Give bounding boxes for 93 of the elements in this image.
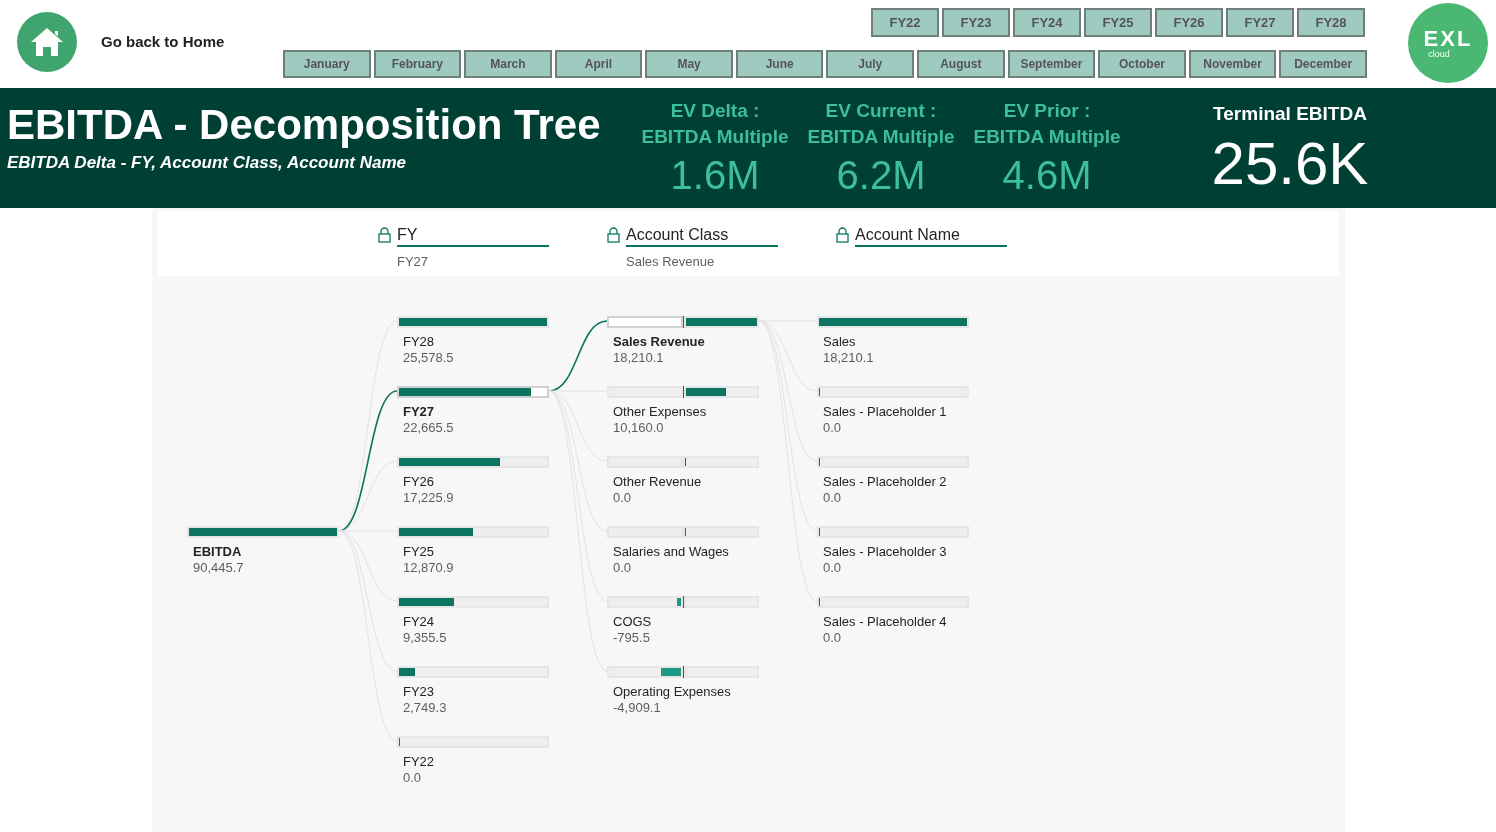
- year-button[interactable]: FY26: [1155, 8, 1223, 37]
- node-value: 90,445.7: [192, 560, 245, 576]
- node-value: 22,665.5: [402, 420, 455, 436]
- node-label: Sales - Placeholder 2: [822, 474, 948, 490]
- kpi-value: 25.6K: [1211, 128, 1369, 199]
- level-header[interactable]: FY: [397, 224, 549, 247]
- month-button[interactable]: November: [1188, 50, 1277, 78]
- node-label: Sales - Placeholder 1: [822, 404, 948, 420]
- node-value: 12,870.9: [402, 560, 455, 576]
- node-label: Operating Expenses: [612, 684, 732, 700]
- kpi-value: 4.6M: [1002, 152, 1092, 199]
- home-button[interactable]: [17, 12, 77, 72]
- node-label: Other Expenses: [612, 404, 708, 420]
- kpi-value: 1.6M: [670, 152, 760, 199]
- node-label: Salaries and Wages: [612, 544, 730, 560]
- node-value: 2,749.3: [402, 700, 448, 716]
- node-value: 0.0: [402, 770, 423, 786]
- month-button[interactable]: January: [283, 50, 371, 78]
- node-value: 0.0: [822, 630, 843, 646]
- month-button[interactable]: May: [645, 50, 733, 78]
- node-label: FY22: [402, 754, 436, 770]
- month-button[interactable]: September: [1007, 50, 1096, 78]
- node-label: Other Revenue: [612, 474, 703, 490]
- node-value: -795.5: [612, 630, 651, 646]
- node-value: 9,355.5: [402, 630, 448, 646]
- logo-text: EXL: [1423, 27, 1473, 50]
- node-label: COGS: [612, 614, 653, 630]
- node-label: FY23: [402, 684, 436, 700]
- node-label: FY26: [402, 474, 436, 490]
- lock-icon: [836, 227, 849, 243]
- month-button[interactable]: August: [917, 50, 1005, 78]
- bar-track[interactable]: [817, 386, 969, 398]
- node-value: 18,210.1: [822, 350, 875, 366]
- year-button[interactable]: FY23: [942, 8, 1010, 37]
- node-label: FY27: [402, 404, 436, 420]
- lock-icon: [607, 227, 620, 243]
- node-value: 0.0: [822, 560, 843, 576]
- node-label: Sales Revenue: [612, 334, 706, 350]
- bar-track[interactable]: [817, 456, 969, 468]
- node-value: 0.0: [822, 420, 843, 436]
- node-value: 25,578.5: [402, 350, 455, 366]
- bar-track[interactable]: [397, 666, 549, 678]
- month-button[interactable]: June: [735, 50, 824, 78]
- node-label: FY28: [402, 334, 436, 350]
- month-button[interactable]: December: [1279, 50, 1367, 78]
- bar-track[interactable]: [397, 386, 549, 398]
- year-button[interactable]: FY22: [871, 8, 939, 37]
- kpi-label: EV Current :: [825, 99, 937, 123]
- node-label: EBITDA: [192, 544, 243, 560]
- house-icon: [30, 26, 64, 58]
- year-button[interactable]: FY25: [1084, 8, 1152, 37]
- home-link[interactable]: Go back to Home: [101, 30, 225, 54]
- bar-track[interactable]: [817, 596, 969, 608]
- kpi-label: Terminal EBITDA: [1213, 102, 1367, 126]
- node-value: 10,160.0: [612, 420, 665, 436]
- node-value: 17,225.9: [402, 490, 455, 506]
- node-value: 0.0: [612, 560, 633, 576]
- node-label: Sales - Placeholder 3: [822, 544, 948, 560]
- level-selection: Sales Revenue: [626, 253, 716, 271]
- kpi-label: EV Delta :: [670, 99, 760, 123]
- bar-track[interactable]: [397, 736, 549, 748]
- year-button[interactable]: FY28: [1297, 8, 1365, 37]
- node-label: Sales - Placeholder 4: [822, 614, 948, 630]
- kpi-label: EV Prior :: [1003, 99, 1091, 123]
- node-label: FY25: [402, 544, 436, 560]
- kpi-value: 6.2M: [836, 152, 926, 199]
- node-label: Sales: [822, 334, 857, 350]
- bar-track[interactable]: [817, 526, 969, 538]
- logo-subtext: cloud: [1428, 49, 1450, 59]
- lock-icon: [378, 227, 391, 243]
- bar-track[interactable]: [397, 456, 549, 468]
- kpi-label: EBITDA Multiple: [807, 125, 955, 149]
- kpi-label: EBITDA Multiple: [641, 125, 789, 149]
- node-value: 0.0: [612, 490, 633, 506]
- month-button[interactable]: April: [554, 50, 643, 78]
- node-value: 18,210.1: [612, 350, 665, 366]
- month-button[interactable]: October: [1098, 50, 1186, 78]
- level-header[interactable]: Account Class: [626, 224, 778, 247]
- node-label: FY24: [402, 614, 436, 630]
- page-title: EBITDA - Decomposition Tree: [7, 100, 602, 150]
- page-subtitle: EBITDA Delta - FY, Account Class, Account Name: [7, 152, 407, 174]
- node-value: -4,909.1: [612, 700, 662, 716]
- kpi-label: EBITDA Multiple: [973, 125, 1121, 149]
- year-button[interactable]: FY27: [1226, 8, 1294, 37]
- level-header[interactable]: Account Name: [855, 224, 1007, 247]
- month-button[interactable]: February: [373, 50, 462, 78]
- bar-track[interactable]: [397, 596, 549, 608]
- bar-track[interactable]: [397, 526, 549, 538]
- month-button[interactable]: March: [464, 50, 552, 78]
- level-selection: FY27: [397, 253, 430, 271]
- month-button[interactable]: July: [826, 50, 915, 78]
- node-value: 0.0: [822, 490, 843, 506]
- year-button[interactable]: FY24: [1013, 8, 1081, 37]
